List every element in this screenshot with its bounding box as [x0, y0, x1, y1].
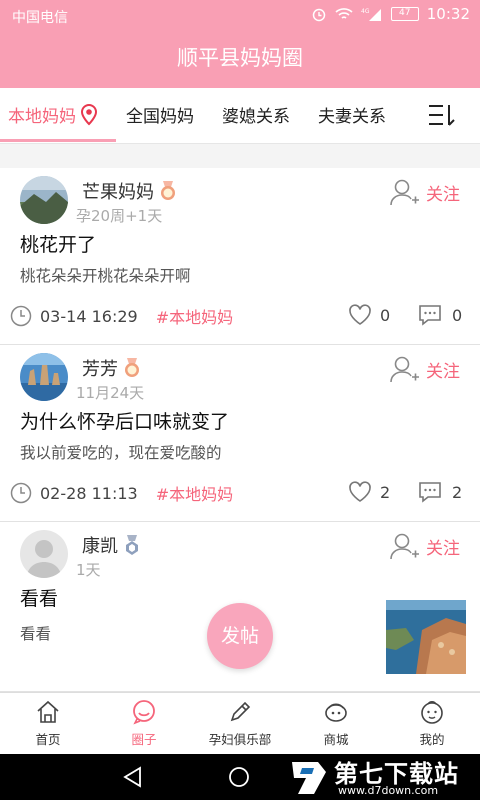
pregnancy-status: 1天	[76, 561, 101, 579]
home-circle-icon[interactable]	[228, 766, 250, 788]
like-count: 0	[380, 305, 391, 325]
clock-icon	[10, 305, 32, 327]
tab-local-moms[interactable]: 本地妈妈	[8, 102, 98, 127]
post-image[interactable]	[386, 600, 466, 674]
home-icon	[37, 700, 59, 723]
add-user-icon	[390, 356, 419, 383]
heart-icon	[349, 304, 371, 325]
comment-icon	[419, 305, 441, 326]
shop-icon	[325, 703, 347, 722]
battery-icon: 47	[390, 7, 419, 21]
follow-button[interactable]: 关注	[390, 178, 460, 206]
medal-icon	[126, 535, 138, 555]
username: 芳芳	[82, 355, 140, 381]
nav-shop[interactable]: 商城	[288, 699, 384, 748]
signal-icon: 4G	[361, 8, 381, 21]
category-tabs: 本地妈妈 全国妈妈 婆媳关系 夫妻关系	[0, 88, 480, 144]
post-tag[interactable]: #本地妈妈	[156, 304, 233, 328]
like-button[interactable]: 0	[348, 304, 390, 326]
nav-mine[interactable]: 我的	[384, 699, 480, 748]
logo-icon	[292, 762, 326, 794]
tab-label: 全国妈妈	[126, 107, 194, 127]
comment-button[interactable]: 0	[418, 304, 462, 326]
comment-icon	[419, 482, 441, 503]
post-time: 02-28 11:13	[40, 483, 138, 503]
tab-couple-relations[interactable]: 夫妻关系	[318, 102, 386, 127]
nav-home[interactable]: 首页	[0, 699, 96, 748]
post-title: 桃花开了	[20, 234, 97, 256]
post-title: 看看	[20, 588, 59, 610]
comment-count: 2	[452, 482, 463, 502]
medal-icon	[161, 181, 175, 200]
status-bar: 中国电信 4G 47 10:32	[0, 0, 480, 32]
username: 芒果妈妈	[82, 178, 176, 204]
baby-face-icon	[421, 700, 443, 724]
clock-icon	[10, 482, 32, 504]
post-card[interactable]: 芒果妈妈 孕20周+1天 关注 桃花开了 桃花朵朵开桃花朵朵开啊 03-14 1…	[0, 168, 480, 345]
active-tab-indicator	[0, 139, 116, 142]
wifi-icon	[335, 8, 353, 19]
location-pin-icon	[80, 103, 98, 125]
post-meta: 02-28 11:13 #本地妈妈 2 2	[10, 481, 470, 507]
watermark-logo: 第七下载站 www.d7down.com	[288, 750, 478, 800]
add-user-icon	[390, 179, 419, 206]
post-tag[interactable]: #本地妈妈	[156, 481, 233, 505]
medal-icon	[125, 358, 139, 377]
add-user-icon	[390, 533, 419, 560]
tab-in-law-relations[interactable]: 婆媳关系	[222, 102, 290, 127]
follow-button[interactable]: 关注	[390, 532, 460, 560]
watermark-url: www.d7down.com	[338, 784, 439, 797]
status-icons: 4G 47 10:32	[311, 5, 470, 23]
page-title: 顺平县妈妈圈	[0, 32, 480, 88]
pregnancy-status: 11月24天	[76, 384, 145, 402]
tab-label: 婆媳关系	[222, 107, 290, 127]
post-body: 我以前爱吃的，现在爱吃酸的	[20, 444, 222, 462]
post-time: 03-14 16:29	[40, 306, 138, 326]
tab-menu-icon[interactable]	[427, 102, 457, 128]
tab-label: 本地妈妈	[8, 107, 76, 127]
like-count: 2	[380, 482, 391, 502]
username: 康凯	[82, 532, 140, 558]
post-card[interactable]: 芳芳 11月24天 关注 为什么怀孕后口味就变了 我以前爱吃的，现在爱吃酸的 0…	[0, 345, 480, 522]
clock: 10:32	[426, 5, 470, 23]
nav-circle[interactable]: 圈子	[96, 699, 192, 748]
avatar[interactable]	[20, 176, 68, 224]
alarm-icon	[312, 8, 326, 22]
bottom-navigation: 首页 圈子 孕妇俱乐部 商城 我的	[0, 692, 480, 754]
post-body: 看看	[20, 625, 52, 643]
carrier-name: 中国电信	[12, 10, 68, 26]
follow-button[interactable]: 关注	[390, 355, 460, 383]
circle-chat-icon	[133, 700, 155, 725]
new-post-button[interactable]: 发帖	[207, 603, 273, 669]
nav-pregnancy-club[interactable]: 孕妇俱乐部	[192, 699, 288, 748]
post-meta: 03-14 16:29 #本地妈妈 0 0	[10, 304, 470, 330]
pregnancy-status: 孕20周+1天	[76, 207, 163, 225]
post-title: 为什么怀孕后口味就变了	[20, 411, 230, 433]
svg-text:4G: 4G	[361, 8, 370, 15]
divider	[0, 144, 480, 168]
tab-label: 夫妻关系	[318, 107, 386, 127]
pen-icon	[230, 701, 251, 722]
tab-national-moms[interactable]: 全国妈妈	[126, 102, 194, 127]
heart-icon	[349, 481, 371, 502]
comment-button[interactable]: 2	[418, 481, 462, 503]
like-button[interactable]: 2	[348, 481, 390, 503]
comment-count: 0	[452, 305, 463, 325]
avatar[interactable]	[20, 353, 68, 401]
post-body: 桃花朵朵开桃花朵朵开啊	[20, 267, 191, 285]
avatar[interactable]	[20, 530, 68, 578]
back-icon[interactable]	[122, 766, 144, 788]
